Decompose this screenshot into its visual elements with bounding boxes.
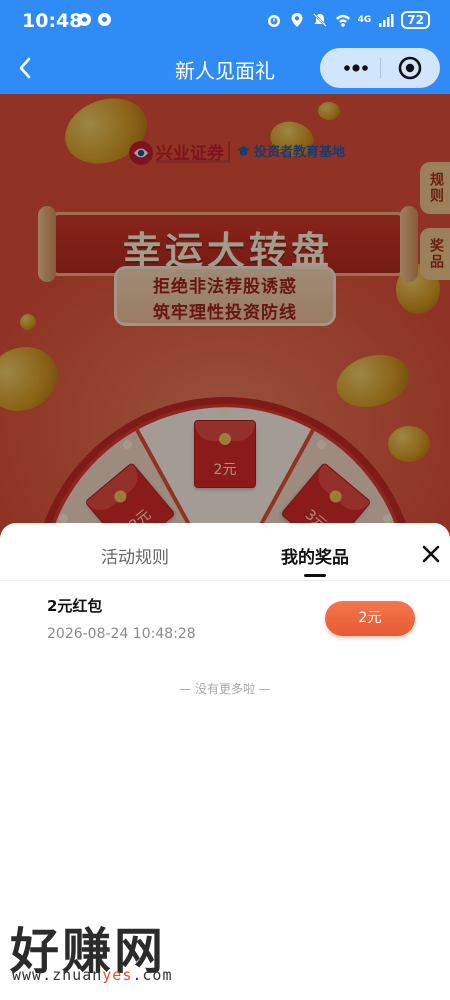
wifi-icon	[335, 14, 350, 27]
active-tab-indicator	[304, 574, 326, 577]
capsule-divider	[380, 58, 381, 78]
miniapp-capsule	[320, 48, 440, 88]
more-options-icon[interactable]	[334, 56, 378, 80]
status-icons: 4G 72	[266, 11, 430, 29]
notification-icon	[78, 13, 91, 26]
status-time: 10:48	[22, 10, 83, 32]
prize-name: 2元红包	[47, 597, 103, 615]
list-end-text: — 没有更多啦 —	[179, 682, 271, 696]
status-bar: 10:48 4G 72	[0, 0, 450, 42]
watermark-url-suffix: .com	[132, 966, 173, 984]
battery-indicator: 72	[401, 11, 430, 29]
signal-icon	[379, 14, 394, 27]
mute-icon	[312, 13, 327, 27]
close-miniapp-icon[interactable]	[398, 56, 422, 80]
location-icon	[291, 13, 303, 27]
watermark-url-accent: yes	[102, 966, 133, 984]
notification-icon	[98, 13, 111, 26]
tab-activity-rules[interactable]: 活动规则	[75, 543, 195, 568]
watermark-url: www.zhuanyes.com	[12, 966, 173, 984]
nav-bar: 新人见面礼	[0, 42, 450, 94]
alarm-icon	[267, 15, 280, 27]
prize-list-item: 2元红包 2026-08-24 10:48:28 2元	[0, 581, 450, 659]
prize-timestamp: 2026-08-24 10:48:28	[47, 626, 196, 642]
watermark-url-prefix: www.zhuan	[12, 966, 103, 984]
network-type: 4G	[357, 14, 372, 25]
tab-my-prizes[interactable]: 我的奖品	[255, 543, 375, 568]
prize-amount-button[interactable]: 2元	[325, 601, 415, 636]
close-icon[interactable]	[420, 543, 442, 565]
